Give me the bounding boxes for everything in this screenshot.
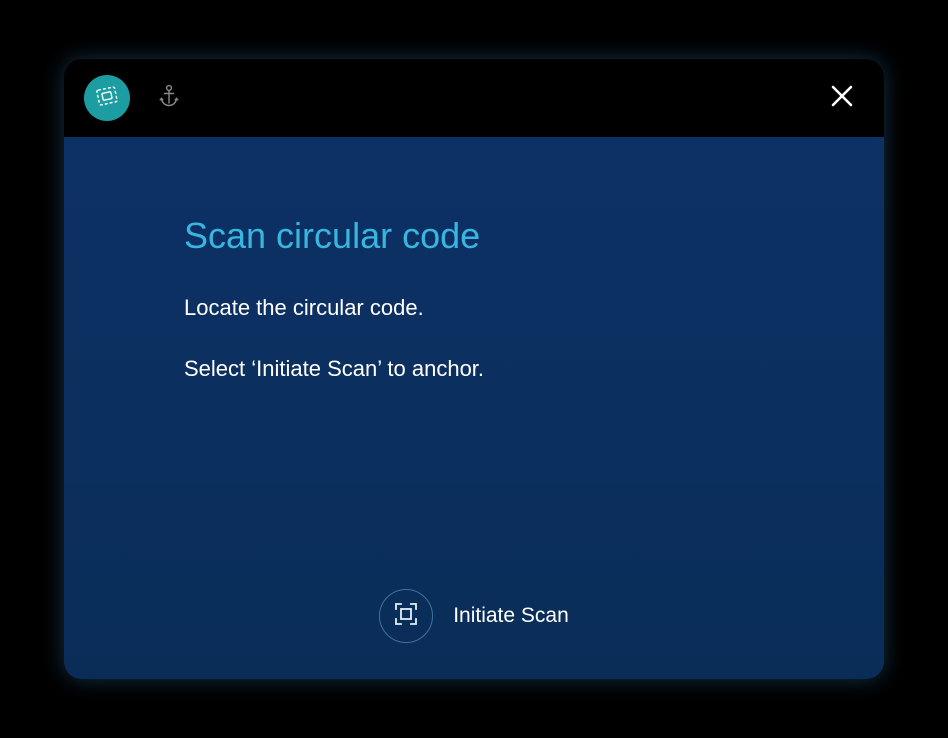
dialog-panel: Scan circular code Locate the circular c… — [64, 59, 884, 679]
scan-frame-icon — [393, 601, 419, 632]
top-bar — [64, 59, 884, 137]
content-area: Scan circular code Locate the circular c… — [64, 137, 884, 679]
anchor-tab[interactable] — [146, 75, 192, 121]
initiate-scan-button[interactable]: Initiate Scan — [379, 589, 569, 643]
close-icon — [828, 82, 856, 115]
scan-tab[interactable] — [84, 75, 130, 121]
chip-icon — [94, 85, 120, 112]
close-button[interactable] — [820, 76, 864, 120]
footer: Initiate Scan — [184, 589, 764, 651]
initiate-scan-icon-circle — [379, 589, 433, 643]
page-title: Scan circular code — [184, 215, 764, 257]
anchor-icon — [158, 84, 180, 113]
initiate-scan-label: Initiate Scan — [453, 604, 569, 628]
instruction-line-1: Locate the circular code. — [184, 293, 764, 324]
instruction-line-2: Select ‘Initiate Scan’ to anchor. — [184, 354, 764, 385]
